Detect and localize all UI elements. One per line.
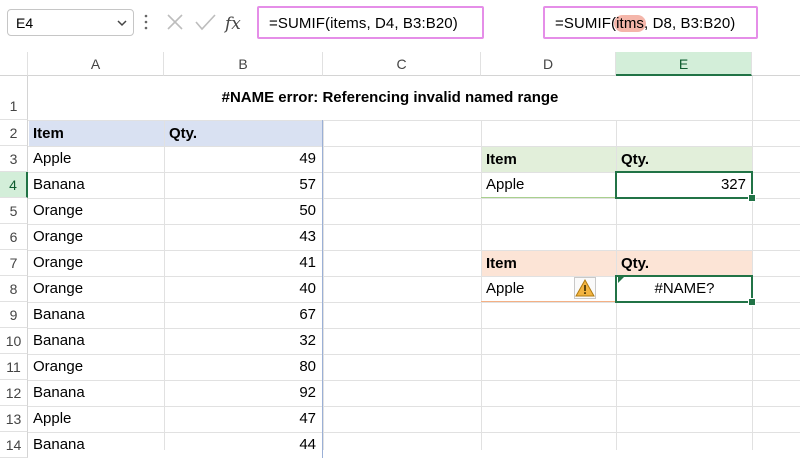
table-row-item[interactable]: Apple	[29, 146, 164, 172]
fill-handle[interactable]	[748, 194, 756, 202]
column-header-c[interactable]: C	[323, 52, 481, 76]
table-row-qty[interactable]: 44	[165, 432, 322, 458]
row-header-6[interactable]: 6	[0, 224, 28, 250]
formula-bar-area: E4 fx =SUMIF(items, D4, B3:B20) =SUMIF(i…	[0, 0, 800, 46]
table-row-qty[interactable]: 49	[165, 146, 322, 172]
table-row-item[interactable]: Orange	[29, 198, 164, 224]
table-row-item[interactable]: Orange	[29, 224, 164, 250]
column-header-d[interactable]: D	[481, 52, 616, 76]
svg-text:fx: fx	[223, 14, 241, 34]
name-box[interactable]: E4	[7, 9, 134, 36]
ok-header-qty[interactable]: Qty.	[617, 147, 752, 172]
table-row-qty[interactable]: 40	[165, 276, 322, 302]
table-row-qty[interactable]: 92	[165, 380, 322, 406]
table-row-qty[interactable]: 41	[165, 250, 322, 276]
row-header-2[interactable]: 2	[0, 120, 28, 146]
select-all-corner[interactable]	[0, 52, 28, 76]
table-row-item[interactable]: Banana	[29, 302, 164, 328]
column-header-b[interactable]: B	[164, 52, 323, 76]
table-row-item[interactable]: Banana	[29, 172, 164, 198]
chevron-down-icon[interactable]	[117, 19, 127, 27]
grid-line	[752, 76, 753, 450]
sheet-title[interactable]: #NAME error: Referencing invalid named r…	[28, 76, 752, 120]
err-header-item[interactable]: Item	[482, 251, 616, 276]
row-header-11[interactable]: 11	[0, 354, 28, 380]
formula-box-valid[interactable]: =SUMIF(items, D4, B3:B20)	[257, 6, 484, 39]
ok-header-item[interactable]: Item	[482, 147, 616, 172]
row-header-12[interactable]: 12	[0, 380, 28, 406]
error-indicator-triangle	[618, 277, 624, 283]
table-row-qty[interactable]: 57	[165, 172, 322, 198]
formula-text-invalid: =SUMIF(itms, D8, B3:B20)	[555, 15, 735, 32]
row-header-13[interactable]: 13	[0, 406, 28, 432]
column-header-a[interactable]: A	[28, 52, 164, 76]
active-cell-selection	[615, 171, 753, 199]
row-header-8[interactable]: 8	[0, 276, 28, 302]
row-header-9[interactable]: 9	[0, 302, 28, 328]
table-row-qty[interactable]: 50	[165, 198, 322, 224]
grid-line	[323, 76, 324, 450]
table-row-item[interactable]: Banana	[29, 380, 164, 406]
table-header-qty[interactable]: Qty.	[165, 121, 323, 146]
formula-buttons: fx	[167, 14, 241, 34]
row-header-4[interactable]: 4	[0, 172, 28, 198]
table-row-item[interactable]: Orange	[29, 276, 164, 302]
table-right-border	[322, 120, 323, 458]
table-header-item[interactable]: Item	[29, 121, 164, 146]
error-check-button[interactable]	[574, 277, 596, 299]
table-row-qty[interactable]: 67	[165, 302, 322, 328]
err-header-qty[interactable]: Qty.	[617, 251, 752, 276]
formula-text-valid: =SUMIF(items, D4, B3:B20)	[269, 15, 458, 32]
row-header-10[interactable]: 10	[0, 328, 28, 354]
ok-item-value[interactable]: Apple	[482, 172, 616, 198]
row-header-7[interactable]: 7	[0, 250, 28, 276]
row-header-3[interactable]: 3	[0, 146, 28, 172]
table-row-item[interactable]: Banana	[29, 328, 164, 354]
row-header-5[interactable]: 5	[0, 198, 28, 224]
table-row-qty[interactable]: 43	[165, 224, 322, 250]
formula-invalid-suffix: , D8, B3:B20)	[644, 15, 736, 32]
warning-icon	[575, 278, 595, 297]
cancel-icon[interactable]	[167, 14, 183, 30]
formula-invalid-prefix: =SUMIF(	[555, 15, 617, 32]
row-header-1[interactable]: 1	[0, 76, 28, 120]
spreadsheet-grid: A B C D E 1 2 3 4 5 6 7 8 9 10 11 12 13 …	[0, 52, 800, 458]
column-header-e[interactable]: E	[616, 52, 752, 76]
table-row-qty[interactable]: 32	[165, 328, 322, 354]
insert-function-icon[interactable]: fx	[223, 14, 241, 34]
formula-box-invalid[interactable]: =SUMIF(itms, D8, B3:B20)	[543, 6, 758, 39]
more-vertical-icon[interactable]	[143, 12, 149, 32]
table-row-qty[interactable]: 47	[165, 406, 322, 432]
table-row-qty[interactable]: 80	[165, 354, 322, 380]
error-cell-outline	[615, 275, 753, 303]
fill-handle[interactable]	[748, 298, 756, 306]
table-row-item[interactable]: Orange	[29, 250, 164, 276]
row-header-14[interactable]: 14	[0, 432, 28, 458]
enter-check-icon[interactable]	[195, 14, 216, 31]
name-box-value: E4	[16, 15, 34, 31]
table-row-item[interactable]: Banana	[29, 432, 164, 458]
table-row-item[interactable]: Apple	[29, 406, 164, 432]
table-row-item[interactable]: Orange	[29, 354, 164, 380]
column-header-f[interactable]	[752, 52, 800, 76]
invalid-name-highlight: itms	[614, 15, 647, 32]
